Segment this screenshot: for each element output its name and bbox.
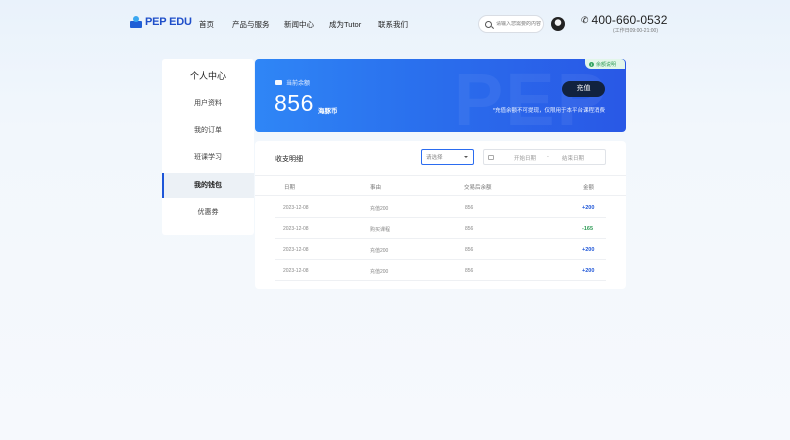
phone-number: 400-660-0532 (591, 13, 668, 27)
logo-icon (130, 16, 142, 28)
sidebar-item-profile[interactable]: 用户资料 (162, 91, 254, 116)
start-date-field[interactable]: 开始日期 (514, 154, 536, 162)
table-row: 2023-12-08 充值200 856 +200 (275, 197, 606, 218)
main-nav: 首页 产品与服务 新闻中心 成为Tutor 联系我们 (199, 19, 408, 30)
logo-text: PEP EDU (145, 16, 192, 28)
sidebar: 个人中心 用户资料 我的订单 班课学习 我的钱包 优惠券 (162, 59, 254, 235)
nav-item-news[interactable]: 新闻中心 (284, 19, 329, 30)
end-date-field[interactable]: 结束日期 (562, 154, 584, 162)
column-reason: 事由 (370, 185, 382, 191)
balance-info-tag[interactable]: ! 余额说明 (585, 59, 625, 69)
contact-phone: ✆ 400-660-0532 (工作日09:00-21:00) (581, 13, 667, 34)
recharge-button[interactable]: 充值 (562, 81, 605, 97)
chevron-down-icon (464, 156, 468, 158)
column-balance-after: 交易后余额 (464, 185, 492, 191)
table-header: 日期 事由 交易后余额 金额 (255, 175, 626, 196)
date-range-picker[interactable]: 开始日期 - 结束日期 (483, 149, 606, 165)
table-row: 2023-12-08 充值200 856 +200 (275, 239, 606, 260)
balance-unit: 海豚币 (318, 108, 338, 115)
top-header: PEP EDU 首页 产品与服务 新闻中心 成为Tutor 联系我们 ✆ 400… (0, 0, 790, 48)
sidebar-item-orders[interactable]: 我的订单 (162, 118, 254, 143)
table-row: 2023-12-08 购买课程 856 -165 (275, 218, 606, 239)
sidebar-item-classes[interactable]: 班课学习 (162, 145, 254, 170)
table-row: 2023-12-08 充值200 856 +200 (275, 260, 606, 281)
nav-item-contact[interactable]: 联系我们 (378, 19, 408, 30)
balance-value: 856 (274, 90, 314, 116)
sidebar-item-wallet[interactable]: 我的钱包 (162, 173, 254, 198)
column-date: 日期 (284, 185, 296, 191)
date-separator: - (547, 154, 549, 160)
transactions-panel: 收支明细 请选择 开始日期 - 结束日期 日期 事由 交易后余额 金额 2023… (255, 141, 626, 289)
wallet-icon (275, 80, 282, 85)
nav-item-become-tutor[interactable]: 成为Tutor (329, 19, 378, 30)
balance-card: PEP 当前余额 856 海豚币 充值 *充值余额不可提现，仅限用于本平台课程消… (255, 59, 626, 132)
nav-item-home[interactable]: 首页 (199, 19, 232, 30)
column-amount: 金额 (583, 185, 595, 191)
phone-icon: ✆ (581, 14, 589, 25)
type-filter-select[interactable]: 请选择 (421, 149, 474, 165)
search-input[interactable] (496, 21, 546, 27)
balance-note: *充值余额不可提现，仅限用于本平台课程消费 (492, 108, 605, 114)
sidebar-title: 个人中心 (189, 71, 226, 81)
brand-logo[interactable]: PEP EDU (130, 16, 192, 28)
calendar-icon (488, 155, 494, 160)
search-icon[interactable] (485, 20, 492, 28)
transactions-title: 收支明细 (275, 156, 303, 163)
info-icon: ! (589, 61, 594, 67)
service-hours: (工作日09:00-21:00) (612, 28, 658, 34)
avatar[interactable] (551, 17, 565, 31)
nav-item-products[interactable]: 产品与服务 (232, 19, 284, 30)
balance-label: 当前余额 (275, 78, 310, 87)
search-box[interactable] (478, 15, 546, 33)
sidebar-item-coupons[interactable]: 优惠券 (162, 200, 254, 225)
